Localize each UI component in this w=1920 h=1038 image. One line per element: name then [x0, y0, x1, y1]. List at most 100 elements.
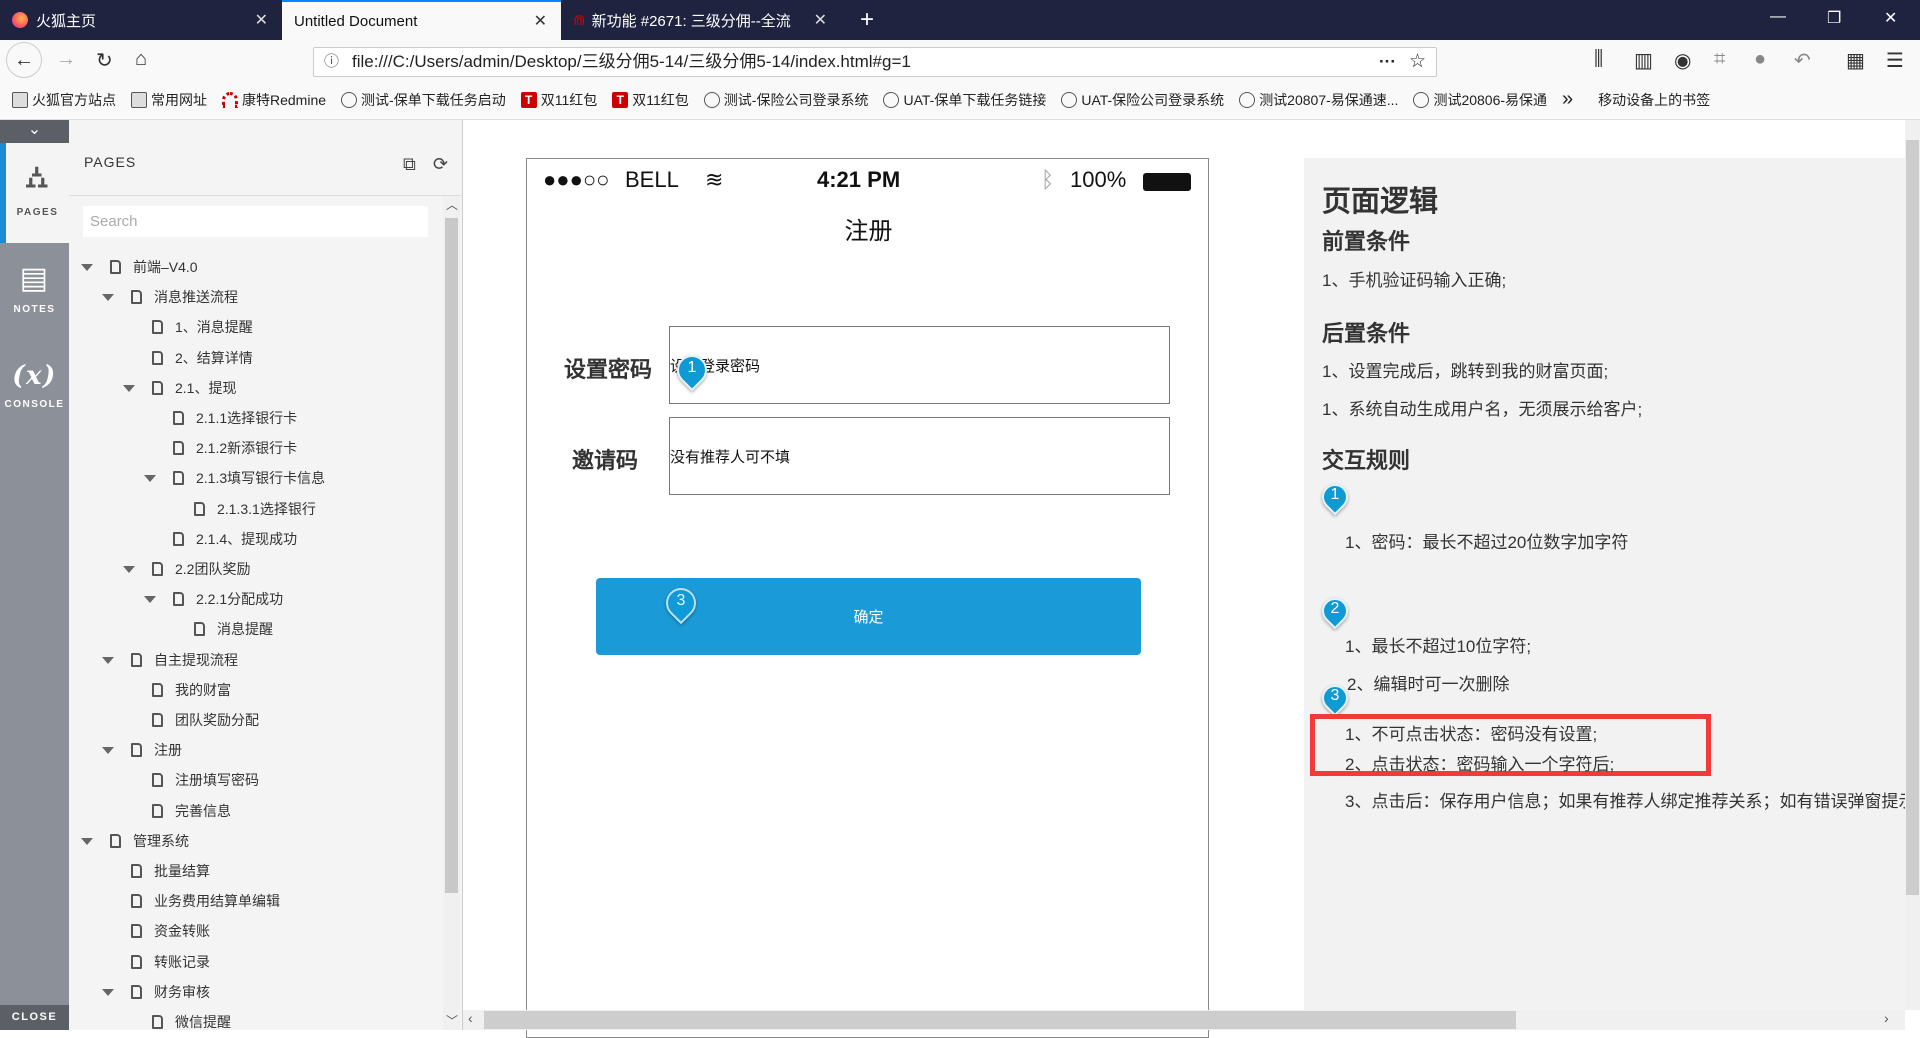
tree-item[interactable]: 完善信息 — [152, 796, 231, 826]
tree-item[interactable]: 微信提醒 — [152, 1007, 231, 1037]
bookmark-label: 火狐官方站点 — [32, 91, 116, 108]
account-icon[interactable]: ◉ — [1674, 48, 1691, 73]
sidebar-icon[interactable]: ▥ — [1634, 48, 1653, 73]
tree-item[interactable]: 2.1.3.1选择银行 — [194, 494, 316, 524]
menu-icon[interactable]: ☰ — [1886, 48, 1904, 73]
bookmark-star-icon[interactable]: ☆ — [1409, 48, 1426, 76]
new-tab-button[interactable]: + — [848, 0, 886, 40]
bookmark-item[interactable]: 测试-保险公司登录系统 — [703, 90, 868, 110]
rail-notes-button[interactable]: ▤ NOTES — [0, 243, 69, 343]
tree-item[interactable]: 2.1.3填写银行卡信息 — [144, 463, 325, 493]
bookmark-item[interactable]: UAT-保险公司登录系统 — [1061, 90, 1224, 110]
tree-item[interactable]: 自主提现流程 — [102, 645, 238, 675]
annotation-pin-3[interactable]: 3 — [1316, 679, 1354, 717]
close-tab-icon[interactable]: ✕ — [534, 11, 547, 31]
annotation-pin-3[interactable]: 3 — [659, 581, 703, 625]
bookmark-item[interactable]: 康特Redmine — [222, 90, 326, 110]
tab-firefox-home[interactable]: 火狐主页 ✕ — [0, 0, 282, 40]
panel-scrollbar-thumb[interactable] — [445, 218, 458, 893]
back-button[interactable]: ← — [6, 42, 42, 78]
map-pointer-icon[interactable]: ⟳ — [433, 154, 448, 175]
library-icon[interactable]: ⫼ — [1594, 48, 1603, 71]
search-input[interactable] — [83, 206, 428, 237]
horizontal-scrollbar-thumb[interactable] — [484, 1011, 1516, 1029]
tree-item[interactable]: 2.2.1分配成功 — [144, 584, 283, 614]
tree-item[interactable]: 团队奖励分配 — [152, 705, 259, 735]
page-actions-icon[interactable]: ··· — [1379, 48, 1396, 76]
tree-item[interactable]: 消息提醒 — [194, 614, 273, 644]
annotation-pin-1[interactable]: 1 — [670, 348, 714, 392]
bookmarks-overflow-button[interactable]: » — [1562, 88, 1573, 111]
page-scrollbar-thumb[interactable] — [1906, 140, 1919, 895]
tree-item[interactable]: 注册填写密码 — [152, 765, 259, 795]
tree-item[interactable]: 批量结算 — [131, 856, 210, 886]
scroll-down-icon[interactable]: ﹀ — [446, 1012, 458, 1029]
invite-code-input[interactable]: 没有推荐人可不填 — [669, 417, 1170, 495]
expand-triangle-icon[interactable] — [123, 384, 135, 392]
rail-pages-button[interactable]: ⛼ PAGES — [0, 143, 69, 243]
annotation-pin-1[interactable]: 1 — [1316, 478, 1354, 516]
tree-item[interactable]: 1、消息提醒 — [152, 312, 253, 342]
bookmark-item[interactable]: UAT-保单下载任务链接 — [883, 90, 1046, 110]
chat-icon[interactable]: ● — [1754, 48, 1766, 71]
tree-item[interactable]: 2、结算详情 — [152, 343, 253, 373]
mobile-bookmarks-folder[interactable]: 移动设备上的书签 — [1598, 90, 1710, 110]
tree-item[interactable]: 2.1.2新添银行卡 — [173, 433, 297, 463]
tree-item[interactable]: 资金转账 — [131, 916, 210, 946]
tree-item[interactable]: 我的财富 — [152, 675, 231, 705]
minimize-button[interactable]: — — [1770, 8, 1786, 26]
tree-item[interactable]: 消息推送流程 — [102, 282, 238, 312]
tree-item[interactable]: 2.1.4、提现成功 — [173, 524, 297, 554]
popout-icon[interactable]: ⧉ — [403, 154, 416, 175]
expand-triangle-icon[interactable] — [144, 596, 156, 604]
annotation-pin-2[interactable]: 2 — [1316, 592, 1354, 630]
bookmark-item[interactable]: T 双11红包 — [520, 90, 597, 110]
gift-icon[interactable]: ▦ — [1846, 48, 1865, 73]
password-input[interactable]: 设置登录密码 — [669, 326, 1170, 404]
expand-triangle-icon[interactable] — [102, 656, 114, 664]
tree-item[interactable]: 注册 — [102, 735, 182, 765]
close-tab-icon[interactable]: ✕ — [814, 10, 827, 30]
info-icon[interactable]: ⓘ — [324, 48, 339, 76]
tab-untitled-document[interactable]: Untitled Document ✕ — [282, 0, 561, 40]
expand-triangle-icon[interactable] — [102, 747, 114, 755]
undo-icon[interactable]: ↶ — [1794, 48, 1811, 73]
expand-triangle-icon[interactable] — [144, 475, 156, 483]
tree-item[interactable]: 2.1、提现 — [123, 373, 236, 403]
home-button[interactable]: ⌂ — [135, 48, 147, 71]
tree-item[interactable]: 转账记录 — [131, 947, 210, 977]
close-window-button[interactable]: ✕ — [1884, 8, 1897, 28]
tab-redmine-issue[interactable]: ⋒ 新功能 #2671: 三级分佣--全流 ✕ — [561, 0, 841, 40]
bookmark-item[interactable]: T 双11红包 — [612, 90, 689, 110]
scroll-right-icon[interactable]: › — [1884, 1010, 1889, 1026]
collapse-chevron-icon[interactable]: ⌄ — [0, 120, 69, 143]
tree-item[interactable]: 财务审核 — [102, 977, 210, 1007]
bookmark-item[interactable]: 测试20807-易保通速... — [1239, 90, 1398, 110]
screenshot-icon[interactable]: ⌗ — [1714, 48, 1725, 71]
expand-triangle-icon[interactable] — [102, 988, 114, 996]
note-text: 3、点击后：保存用户信息；如果有推荐人绑定推荐关系；如有错误弹窗提示 — [1345, 792, 1905, 811]
rail-console-button[interactable]: (x) CONSOLE — [0, 343, 69, 443]
expand-triangle-icon[interactable] — [81, 837, 93, 845]
tree-item[interactable]: 2.2团队奖励 — [123, 554, 250, 584]
expand-triangle-icon[interactable] — [123, 566, 135, 573]
expand-triangle-icon[interactable] — [102, 294, 114, 302]
scroll-up-icon[interactable]: ︿ — [446, 196, 458, 213]
tree-item[interactable]: 2.1.1选择银行卡 — [173, 403, 297, 433]
sitemap-icon: ⛼ — [24, 161, 51, 194]
reload-button[interactable]: ↻ — [96, 48, 113, 73]
close-button[interactable]: CLOSE — [0, 1005, 69, 1030]
address-bar[interactable]: ⓘ file:///C:/Users/admin/Desktop/三级分佣5-1… — [313, 47, 1437, 77]
tree-item[interactable]: 管理系统 — [81, 826, 189, 856]
forward-button[interactable]: → — [56, 48, 76, 71]
bookmark-item[interactable]: 测试20806-易保通 — [1413, 90, 1547, 110]
tree-item[interactable]: 前端–V4.0 — [81, 252, 198, 282]
tree-item[interactable]: 业务费用结算单编辑 — [131, 886, 280, 916]
bookmark-item[interactable]: 测试-保单下载任务启动 — [341, 90, 506, 110]
bookmark-item[interactable]: 火狐官方站点 — [12, 90, 116, 110]
bookmark-item[interactable]: 常用网址 — [131, 90, 207, 110]
scroll-left-icon[interactable]: ‹ — [468, 1010, 473, 1026]
restore-button[interactable]: ❐ — [1827, 8, 1841, 28]
expand-triangle-icon[interactable] — [81, 264, 93, 271]
close-tab-icon[interactable]: ✕ — [255, 10, 268, 30]
